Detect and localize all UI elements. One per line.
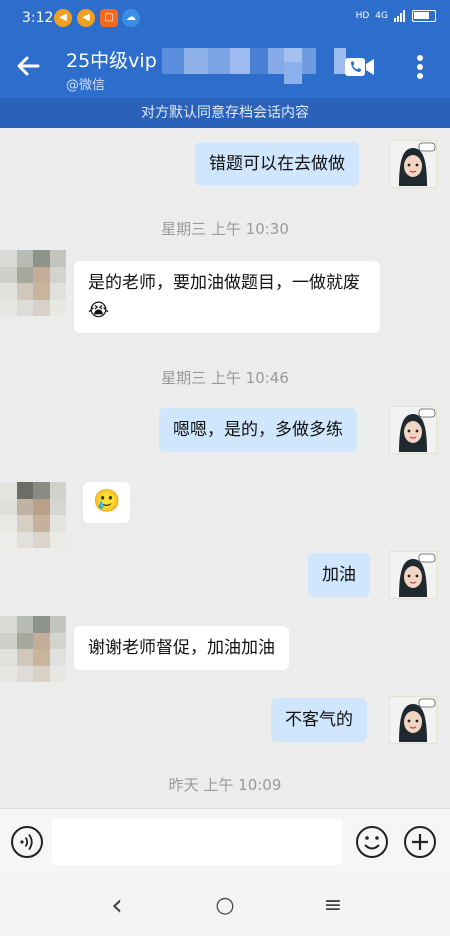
outgoing-message[interactable]: 加油: [308, 553, 370, 597]
outgoing-message[interactable]: 错题可以在去做做: [195, 142, 359, 186]
teacher-avatar[interactable]: [389, 696, 437, 744]
status-bar: 3:12 ◀ ◀ □ ☁ HD 4G: [0, 0, 450, 36]
message-list: 错题可以在去做做 星期三 上午 10:30 是的老师，要加油做题目，一做就废😭 …: [0, 128, 450, 808]
network-label: 4G: [375, 11, 388, 21]
teacher-avatar[interactable]: [389, 140, 437, 188]
voice-input-icon[interactable]: [10, 825, 44, 859]
message-text: 是的老师，要加油做题目，一做就废: [88, 273, 360, 293]
crying-laughing-emoji: 😭: [88, 300, 110, 321]
signal-icon: [394, 10, 405, 22]
megaphone-icon: ◀: [77, 9, 95, 27]
system-nav-bar: ‹ ○ ≡: [0, 876, 450, 936]
nav-menu-button[interactable]: ≡: [313, 890, 353, 922]
app-icon: □: [100, 9, 118, 27]
battery-icon: [412, 10, 436, 22]
incoming-message[interactable]: 🥲: [83, 482, 131, 523]
plus-icon[interactable]: [403, 825, 437, 859]
megaphone-icon: ◀: [54, 9, 72, 27]
sticker-emoji: 🥲: [93, 489, 121, 514]
timestamp: 星期三 上午 10:30: [161, 220, 289, 238]
chat-header: 3:12 ◀ ◀ □ ☁ HD 4G 25中级vip @微信 对方默认同意存档会…: [0, 0, 450, 128]
status-right: HD 4G: [356, 10, 436, 22]
cloud-icon: ☁: [122, 9, 140, 27]
chat-subtitle: @微信: [66, 78, 106, 93]
nav-back-button[interactable]: ‹: [97, 890, 137, 922]
hd-label: HD: [355, 11, 370, 21]
outgoing-message[interactable]: 不客气的: [271, 698, 367, 742]
incoming-message[interactable]: 谢谢老师督促，加油加油: [74, 626, 289, 670]
voice-video-call-icon[interactable]: [342, 52, 376, 82]
arrow-left-icon[interactable]: [12, 50, 44, 82]
archive-notice: 对方默认同意存档会话内容: [0, 98, 450, 128]
timestamp: 星期三 上午 10:46: [161, 369, 289, 387]
incoming-message[interactable]: 是的老师，要加油做题目，一做就废 😭: [74, 261, 380, 333]
outgoing-message[interactable]: 嗯嗯，是的，多做多练: [159, 408, 357, 452]
teacher-avatar[interactable]: [389, 406, 437, 454]
timestamp: 昨天 上午 10:09: [168, 776, 282, 794]
contact-avatar-mosaic[interactable]: [0, 482, 66, 548]
more-vertical-icon[interactable]: [408, 52, 432, 82]
nav-home-button[interactable]: ○: [205, 890, 245, 922]
status-time: 3:12: [22, 10, 54, 26]
message-input[interactable]: [52, 819, 342, 865]
smile-icon[interactable]: [355, 825, 389, 859]
chat-title: 25中级vip: [66, 50, 157, 72]
teacher-avatar[interactable]: [389, 551, 437, 599]
contact-avatar-mosaic[interactable]: [0, 250, 66, 316]
input-bar: [0, 808, 450, 876]
contact-avatar-mosaic[interactable]: [0, 616, 66, 682]
